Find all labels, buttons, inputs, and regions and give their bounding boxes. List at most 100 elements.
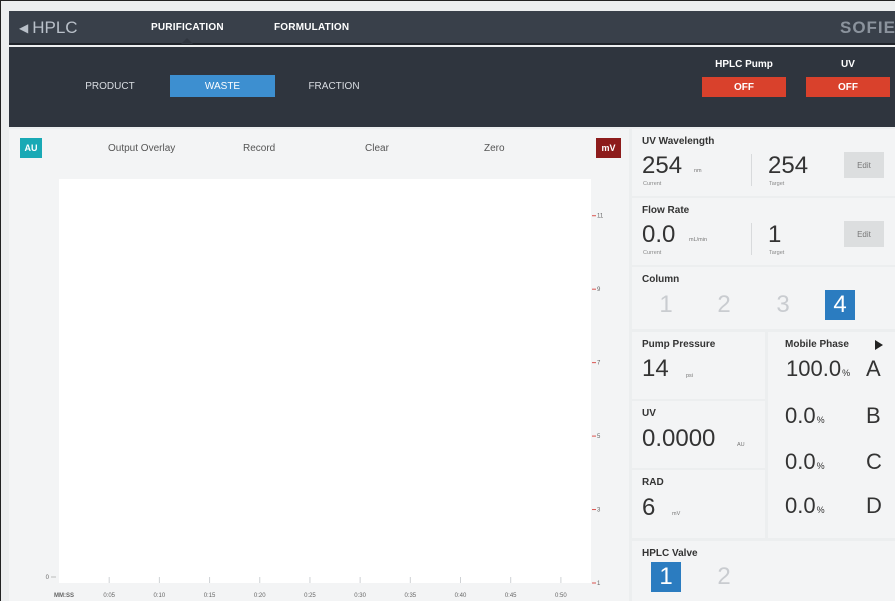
pump-pressure-unit: psi	[686, 373, 694, 379]
uv-reading-card: UV 0.0000 AU	[632, 401, 765, 468]
mobile-phase-b-value: 0.0%	[785, 403, 825, 429]
y-right-tick-label: 3	[597, 508, 601, 514]
y-right-tick-label: 5	[597, 434, 601, 440]
top-nav-bar: ◀ HPLC PURIFICATION FORMULATION SOFIE	[9, 11, 895, 45]
hplc-valve-option-2[interactable]: 2	[710, 563, 738, 591]
uv-state: OFF	[838, 81, 858, 93]
uv-toggle[interactable]: OFF	[806, 77, 890, 97]
uv-reading-title: UV	[642, 408, 656, 419]
mobile-phase-title: Mobile Phase	[785, 339, 849, 350]
flow-rate-title: Flow Rate	[642, 205, 690, 216]
destination-waste-button[interactable]: WASTE	[170, 75, 275, 97]
rad-card: RAD 6 mV	[632, 470, 765, 538]
y-right-tick-label: 1	[597, 581, 601, 587]
x-tick-label: 0:40	[455, 593, 467, 599]
pump-pressure-title: Pump Pressure	[642, 339, 716, 350]
uv-label: UV	[841, 59, 855, 70]
uv-wavelength-title: UV Wavelength	[642, 136, 715, 147]
flow-rate-card: Flow Rate 0.0 mL/min Current 1 Target Ed…	[632, 198, 895, 265]
x-axis-label: MM:SS	[54, 593, 74, 599]
column-option-2[interactable]: 2	[710, 291, 738, 319]
percent-unit: %	[816, 505, 825, 515]
uv-reading-unit: AU	[737, 442, 745, 448]
pump-pressure-card: Pump Pressure 14 psi	[632, 332, 765, 399]
mobile-phase-d-value: 0.0%	[785, 493, 825, 519]
tab-formulation-label: FORMULATION	[274, 22, 350, 33]
divider	[751, 154, 752, 186]
chart-panel: AU Output Overlay Record Clear Zero mV M…	[9, 129, 629, 601]
pump-pressure-value: 14	[642, 355, 669, 382]
mobile-phase-d-number: 0.0	[785, 493, 816, 518]
percent-unit: %	[842, 368, 851, 378]
flow-rate-unit: mL/min	[689, 237, 708, 243]
column-card: Column 1 2 3 4	[632, 267, 895, 329]
uv-wavelength-card: UV Wavelength 254 nm Current 254 Target …	[632, 129, 895, 196]
column-option-1[interactable]: 1	[652, 291, 680, 319]
tab-formulation[interactable]: FORMULATION	[274, 22, 349, 33]
x-tick-label: 0:50	[555, 593, 567, 599]
mobile-phase-d-letter: D	[866, 493, 882, 518]
mobile-phase-a-number: 100.0	[786, 356, 842, 381]
mobile-phase-c-number: 0.0	[785, 449, 816, 474]
destination-fraction-button[interactable]: FRACTION	[299, 75, 369, 97]
hplc-pump-toggle[interactable]: OFF	[702, 77, 786, 97]
mobile-phase-c-value: 0.0%	[785, 449, 825, 475]
y-right-tick-label: 9	[597, 287, 601, 293]
play-icon[interactable]	[875, 340, 883, 350]
flow-rate-current-label: Current	[643, 250, 662, 256]
brand-logo: SOFIE	[839, 18, 895, 37]
hplc-valve-title: HPLC Valve	[642, 548, 698, 559]
mobile-phase-b-number: 0.0	[785, 403, 816, 428]
chromatogram-chart: MM:SS 0:05 0:10 0:15 0:20 0:25 0:30 0:35 0:40 0:4…	[46, 214, 604, 599]
tab-purification-label: PURIFICATION	[151, 22, 224, 33]
x-tick-label: 0:15	[204, 593, 216, 599]
tab-purification[interactable]: PURIFICATION	[151, 22, 224, 44]
mobile-phase-a-value: 100.0%	[786, 356, 850, 382]
hplc-valve-option-1[interactable]: 1	[651, 562, 681, 592]
destination-product-button[interactable]: PRODUCT	[75, 75, 145, 97]
uv-wavelength-edit-button[interactable]: Edit	[844, 152, 884, 178]
column-title: Column	[642, 274, 680, 285]
back-button[interactable]: ◀ HPLC	[19, 18, 78, 38]
y-left-tick-label: 0	[46, 575, 50, 581]
x-tick-label: 0:45	[505, 593, 517, 599]
x-tick-label: 0:10	[154, 593, 166, 599]
uv-wavelength-current-value: 254	[642, 152, 683, 179]
x-tick-label: 0:25	[304, 593, 316, 599]
mobile-phase-c-letter: C	[866, 449, 882, 474]
uv-reading-value: 0.0000	[642, 425, 716, 452]
back-arrow-icon: ◀	[19, 21, 29, 35]
back-label: HPLC	[32, 18, 78, 37]
column-option-3[interactable]: 3	[769, 291, 797, 319]
rad-title: RAD	[642, 477, 664, 488]
uv-wavelength-target-value: 254	[768, 152, 809, 179]
flow-rate-target-label: Target	[769, 250, 785, 256]
flow-rate-edit-button[interactable]: Edit	[844, 221, 884, 247]
flow-rate-target-value: 1	[768, 221, 782, 248]
rad-value: 6	[642, 494, 656, 521]
mobile-phase-card: Mobile Phase 100.0% A 0.0% B 0.0% C 0.0%…	[768, 332, 895, 538]
destination-fraction-label: FRACTION	[308, 80, 360, 92]
flow-rate-current-value: 0.0	[642, 221, 676, 248]
uv-wavelength-target-label: Target	[769, 181, 785, 187]
y-right-tick-label: 7	[597, 361, 601, 367]
x-tick-label: 0:05	[103, 593, 115, 599]
x-tick-label: 0:30	[354, 593, 366, 599]
hplc-app-window: ◀ HPLC PURIFICATION FORMULATION SOFIE PR…	[0, 0, 895, 601]
mobile-phase-a-letter: A	[866, 356, 881, 381]
hplc-pump-label: HPLC Pump	[715, 59, 773, 70]
x-tick-label: 0:35	[404, 593, 416, 599]
destination-waste-label: WASTE	[204, 80, 241, 92]
hplc-valve-card: HPLC Valve 1 2	[632, 541, 895, 601]
y-right-tick-label: 11	[597, 214, 604, 220]
destination-product-label: PRODUCT	[85, 80, 135, 92]
percent-unit: %	[816, 415, 825, 425]
column-option-4[interactable]: 4	[825, 290, 855, 320]
uv-wavelength-current-label: Current	[643, 181, 662, 187]
hplc-pump-state: OFF	[734, 81, 754, 93]
rad-unit: mV	[672, 511, 681, 517]
mobile-phase-b-letter: B	[866, 403, 881, 428]
percent-unit: %	[816, 461, 825, 471]
destination-bar: PRODUCT WASTE FRACTION HPLC Pump OFF UV …	[9, 47, 895, 127]
x-tick-label: 0:20	[254, 593, 266, 599]
